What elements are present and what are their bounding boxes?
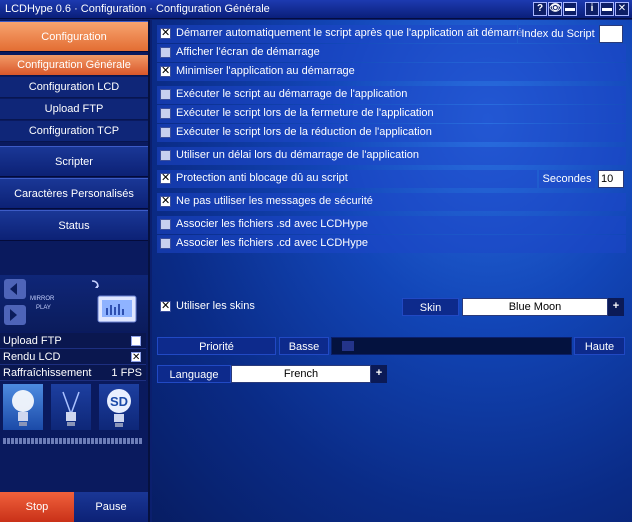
- window-title: LCDHype 0.6 · Configuration · Configurat…: [5, 3, 270, 15]
- bulb-script-icon[interactable]: SD: [99, 384, 139, 430]
- option-label: Minimiser l'application au démarrage: [176, 65, 355, 77]
- option-checkbox[interactable]: [160, 219, 171, 230]
- title-bar: LCDHype 0.6 · Configuration · Configurat…: [0, 0, 632, 19]
- option-checkbox[interactable]: [160, 194, 171, 207]
- sidebar: Configuration Configuration Générale Con…: [0, 20, 150, 522]
- option-checkbox[interactable]: [160, 26, 171, 39]
- option-row[interactable]: Exécuter le script au démarrage de l'app…: [157, 86, 626, 104]
- skins-row[interactable]: Utiliser les skins: [157, 298, 397, 316]
- language-label: Language: [157, 365, 231, 383]
- stop-button[interactable]: Stop: [0, 492, 74, 522]
- bulb-panel: SD: [0, 384, 148, 436]
- option-row[interactable]: Démarrer automatiquement le script après…: [157, 25, 522, 43]
- option-row[interactable]: Minimiser l'application au démarrage: [157, 63, 626, 81]
- lcd-monitor-icon: [97, 295, 137, 323]
- status-rendu-lcd-label: Rendu LCD: [3, 351, 61, 363]
- option-checkbox[interactable]: [160, 171, 171, 184]
- skin-label: Skin: [402, 298, 459, 316]
- activity-bar: [3, 438, 143, 444]
- language-dropdown-button[interactable]: +: [371, 365, 387, 383]
- priority-slider-thumb[interactable]: [342, 341, 354, 351]
- pause-button[interactable]: Pause: [74, 492, 148, 522]
- option-row[interactable]: Associer les fichiers .cd avec LCDHype: [157, 235, 626, 253]
- nav-upload-ftp[interactable]: Upload FTP: [0, 99, 148, 120]
- option-row[interactable]: Afficher l'écran de démarrage: [157, 44, 626, 62]
- info-button[interactable]: i: [585, 2, 599, 16]
- priority-high-label: Haute: [574, 337, 625, 355]
- bulb-on-icon[interactable]: [3, 384, 43, 430]
- nav-configuration-generale[interactable]: Configuration Générale: [0, 55, 148, 76]
- nav-scripter[interactable]: Scripter: [0, 146, 148, 177]
- priority-slider[interactable]: [331, 337, 572, 355]
- nav-status[interactable]: Status: [0, 210, 148, 241]
- script-index-input[interactable]: [599, 25, 623, 43]
- minimize-tray-button[interactable]: ▬: [563, 2, 577, 16]
- option-checkbox[interactable]: [160, 89, 171, 100]
- skin-dropdown-button[interactable]: +: [608, 298, 624, 316]
- close-button[interactable]: ✕: [615, 2, 629, 16]
- nav-configuration[interactable]: Configuration: [0, 21, 148, 52]
- nav-configuration-tcp[interactable]: Configuration TCP: [0, 121, 148, 142]
- option-label: Exécuter le script lors de la réduction …: [176, 126, 432, 138]
- status-refresh: Raffraîchissement 1 FPS: [0, 365, 146, 381]
- language-select[interactable]: French: [231, 365, 371, 383]
- option-row[interactable]: Ne pas utiliser les messages de sécurité: [157, 193, 626, 211]
- status-upload-ftp-label: Upload FTP: [3, 335, 62, 347]
- seconds-input[interactable]: 10: [598, 170, 624, 188]
- option-checkbox[interactable]: [160, 150, 171, 161]
- option-label: Protection anti blocage dû au script: [176, 172, 348, 184]
- view-button[interactable]: 👁: [548, 2, 562, 16]
- option-label: Exécuter le script au démarrage de l'app…: [176, 88, 408, 100]
- bulb-dim-icon[interactable]: [51, 384, 91, 430]
- option-label: Ne pas utiliser les messages de sécurité: [176, 195, 373, 207]
- option-row[interactable]: Exécuter le script lors de la réduction …: [157, 124, 626, 142]
- svg-text:PLAY: PLAY: [36, 305, 51, 311]
- option-checkbox[interactable]: [160, 238, 171, 249]
- nav-configuration-lcd[interactable]: Configuration LCD: [0, 77, 148, 98]
- option-checkbox[interactable]: [160, 127, 171, 138]
- option-row[interactable]: Associer les fichiers .sd avec LCDHype: [157, 216, 626, 234]
- minimize-button[interactable]: ▬: [600, 2, 614, 16]
- status-rendu-lcd: Rendu LCD: [0, 349, 146, 366]
- use-skins-checkbox[interactable]: [160, 299, 171, 312]
- nav-caracteres-personalises[interactable]: Caractères Personalisés: [0, 178, 148, 209]
- skin-select[interactable]: Blue Moon: [462, 298, 608, 316]
- svg-text:MIRROR: MIRROR: [30, 296, 55, 302]
- option-checkbox[interactable]: [160, 47, 171, 58]
- priority-low-label: Basse: [279, 337, 329, 355]
- seconds-label: Secondes: [539, 170, 595, 188]
- option-label: Exécuter le script lors de la fermeture …: [176, 107, 434, 119]
- option-label: Afficher l'écran de démarrage: [176, 46, 320, 58]
- help-button[interactable]: ?: [533, 2, 547, 16]
- upload-ftp-checkbox[interactable]: [131, 336, 141, 346]
- option-row[interactable]: Protection anti blocage dû au script: [157, 170, 537, 188]
- option-row[interactable]: Utiliser un délai lors du démarrage de l…: [157, 147, 626, 165]
- option-row[interactable]: Exécuter le script lors de la fermeture …: [157, 105, 626, 123]
- lcd-preview-panel: MIRROR PLAY: [0, 275, 148, 331]
- option-label: Démarrer automatiquement le script après…: [176, 27, 523, 39]
- main-panel: Démarrer automatiquement le script après…: [152, 20, 632, 522]
- option-checkbox[interactable]: [160, 108, 171, 119]
- status-refresh-value: 1 FPS: [111, 367, 142, 379]
- option-label: Utiliser un délai lors du démarrage de l…: [176, 149, 420, 161]
- option-label: Associer les fichiers .sd avec LCDHype: [176, 218, 368, 230]
- script-index-label: Index du Script: [518, 25, 598, 43]
- option-label: Associer les fichiers .cd avec LCDHype: [176, 237, 368, 249]
- priority-label: Priorité: [157, 337, 276, 355]
- status-refresh-label: Raffraîchissement: [3, 367, 92, 379]
- status-upload-ftp: Upload FTP: [0, 333, 146, 349]
- option-checkbox[interactable]: [160, 64, 171, 77]
- svg-text:SD: SD: [110, 394, 128, 409]
- use-skins-label: Utiliser les skins: [176, 300, 255, 312]
- rendu-lcd-checkbox[interactable]: [131, 350, 141, 366]
